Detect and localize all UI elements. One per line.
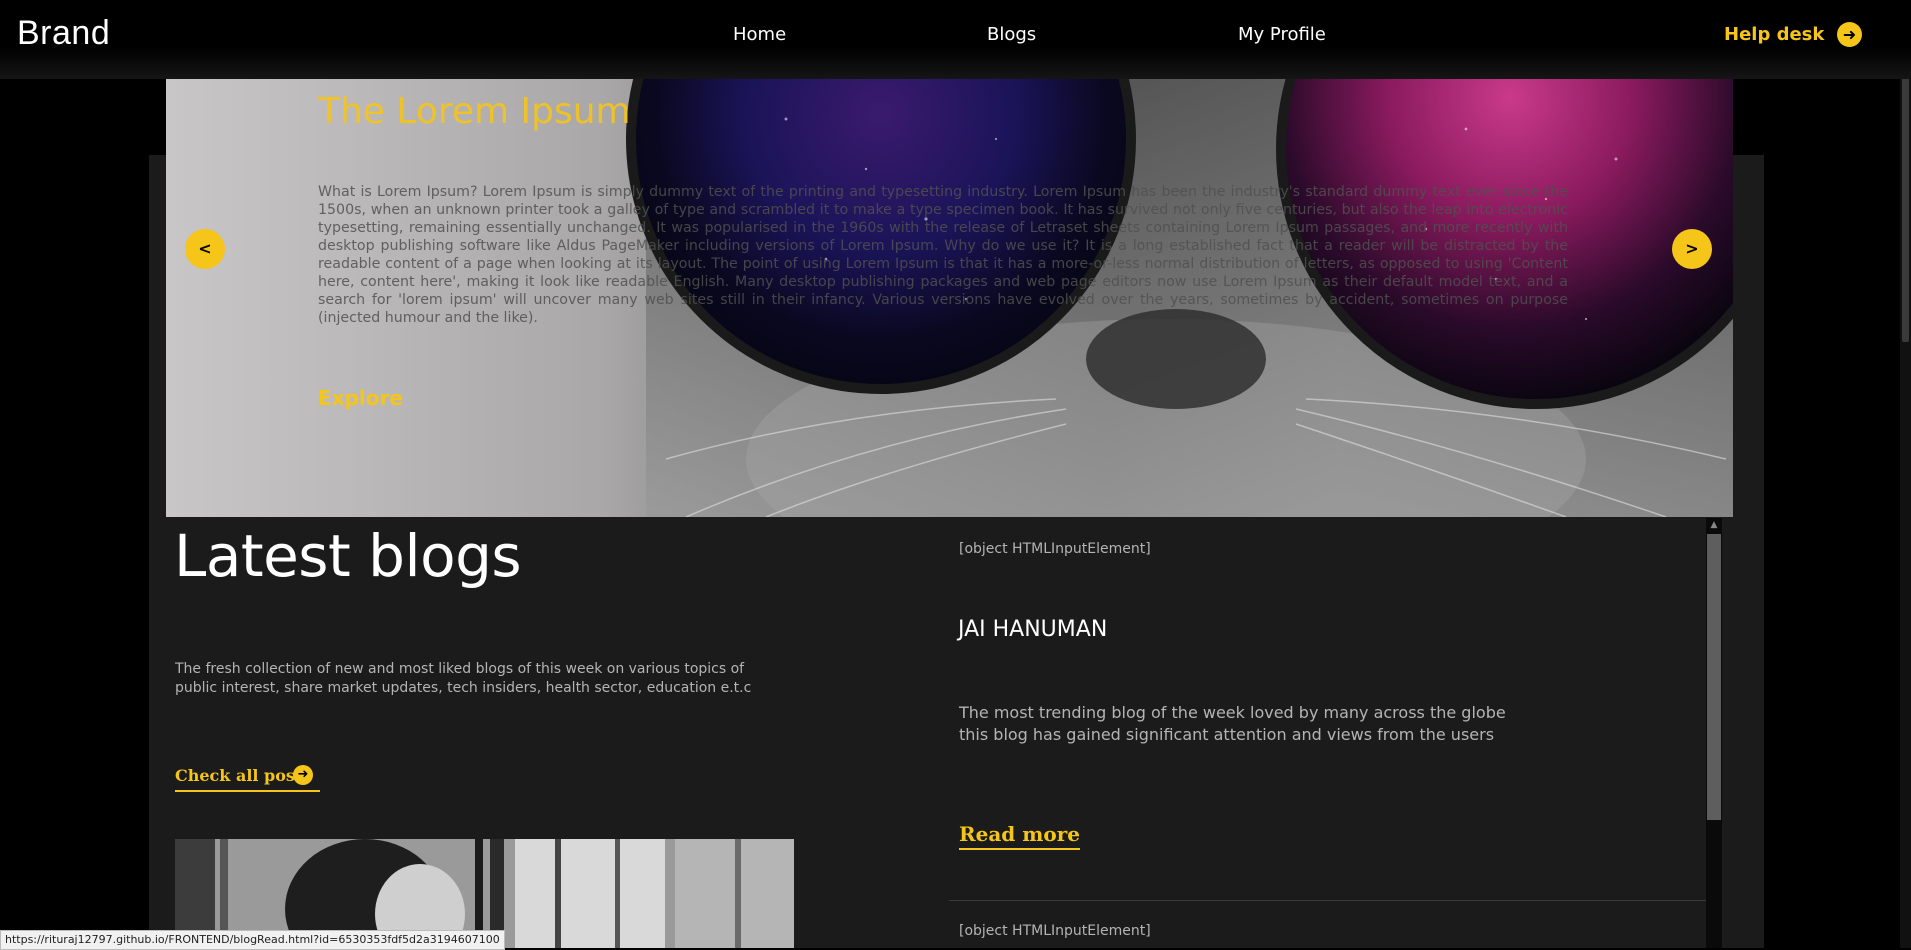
scroll-up-arrow-icon[interactable]: ▲ bbox=[1706, 518, 1722, 532]
arrow-right-circle-icon[interactable]: ➜ bbox=[1837, 22, 1862, 47]
blog-list-scroll-thumb[interactable] bbox=[1707, 534, 1721, 820]
post-description: The most trending blog of the week loved… bbox=[959, 703, 1506, 744]
help-desk-link[interactable]: Help desk bbox=[1724, 24, 1824, 45]
carousel-prev-button[interactable]: < bbox=[185, 229, 225, 269]
carousel-next-button[interactable]: > bbox=[1672, 229, 1712, 269]
check-all-post-label: Check all post bbox=[175, 766, 303, 785]
nav-blogs-link[interactable]: Blogs bbox=[987, 24, 1036, 45]
navbar: Brand Home Blogs My Profile Help desk ➜ bbox=[0, 0, 1911, 79]
blog-list-panel[interactable]: [object HTMLInputElement] JAI HANUMAN Th… bbox=[949, 518, 1707, 948]
latest-blogs-description: The fresh collection of new and most lik… bbox=[175, 661, 752, 696]
check-all-post-link[interactable]: Check all post ➜ bbox=[175, 764, 320, 792]
post-meta-text: [object HTMLInputElement] bbox=[959, 541, 1151, 557]
nav-my-profile-link[interactable]: My Profile bbox=[1238, 24, 1326, 45]
post-meta-text: [object HTMLInputElement] bbox=[959, 923, 1151, 939]
latest-blogs-heading: Latest blogs bbox=[174, 522, 522, 590]
hero-title: The Lorem Ipsum bbox=[318, 91, 631, 132]
nav-home-link[interactable]: Home bbox=[733, 24, 786, 45]
read-more-link[interactable]: Read more bbox=[959, 822, 1081, 850]
explore-link[interactable]: Explore bbox=[318, 386, 403, 410]
hero-carousel: The Lorem Ipsum What is Lorem Ipsum? Lor… bbox=[166, 79, 1733, 517]
post-divider bbox=[949, 900, 1707, 901]
status-bar-url: https://rituraj12797.github.io/FRONTEND/… bbox=[0, 930, 505, 950]
brand-logo[interactable]: Brand bbox=[17, 14, 110, 53]
hero-text: What is Lorem Ipsum? Lorem Ipsum is simp… bbox=[318, 184, 1568, 326]
arrow-right-circle-icon: ➜ bbox=[293, 765, 313, 785]
post-title[interactable]: JAI HANUMAN bbox=[958, 617, 1107, 642]
